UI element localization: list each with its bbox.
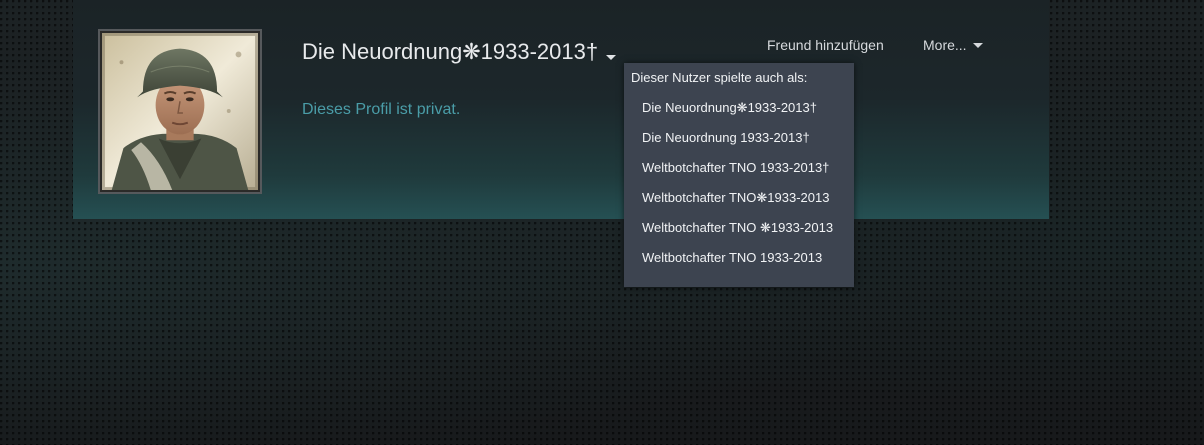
persona-name: Die Neuordnung❋1933-2013†: [302, 39, 599, 64]
more-button[interactable]: More...: [923, 37, 983, 53]
list-item: Weltbotchafter TNO 1933-2013: [642, 250, 823, 265]
avatar-image: [102, 33, 258, 190]
avatar: [102, 33, 258, 190]
chevron-down-icon[interactable]: [606, 54, 617, 60]
chevron-down-icon: [972, 42, 983, 48]
list-item: Weltbotchafter TNO 1933-2013†: [642, 160, 830, 175]
persona-name-row: Die Neuordnung❋1933-2013†: [302, 36, 617, 68]
add-friend-button[interactable]: Freund hinzufügen: [767, 37, 884, 53]
profile-header: Die Neuordnung❋1933-2013† Dieses Profil …: [73, 0, 1049, 219]
list-item: Weltbotchafter TNO❋1933-2013: [642, 190, 830, 205]
avatar-frame: [98, 29, 262, 194]
list-item: Die Neuordnung 1933-2013†: [642, 130, 810, 145]
private-profile-notice: Dieses Profil ist privat.: [302, 101, 461, 118]
name-history-dropdown: Dieser Nutzer spielte auch als: Die Neuo…: [624, 63, 854, 287]
more-button-label: More...: [923, 37, 967, 53]
list-item: Die Neuordnung❋1933-2013†: [642, 100, 817, 115]
list-item: Weltbotchafter TNO ❋1933-2013: [642, 220, 834, 235]
name-history-header: Dieser Nutzer spielte auch als:: [631, 70, 808, 85]
alias-list: Die Neuordnung❋1933-2013† Die Neuordnung…: [624, 93, 854, 273]
